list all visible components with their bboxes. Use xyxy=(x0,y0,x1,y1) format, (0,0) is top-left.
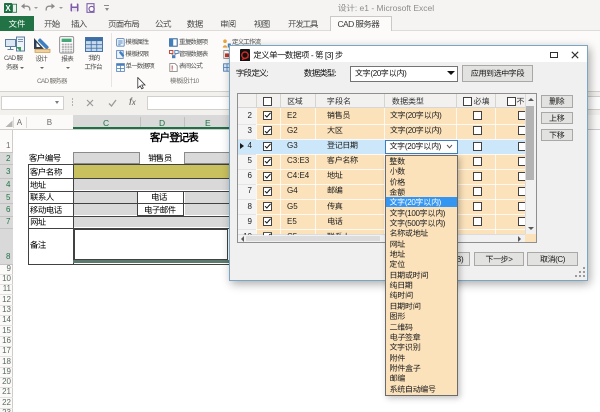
svg-text:X: X xyxy=(5,4,11,13)
svg-text:!: ! xyxy=(171,65,173,72)
